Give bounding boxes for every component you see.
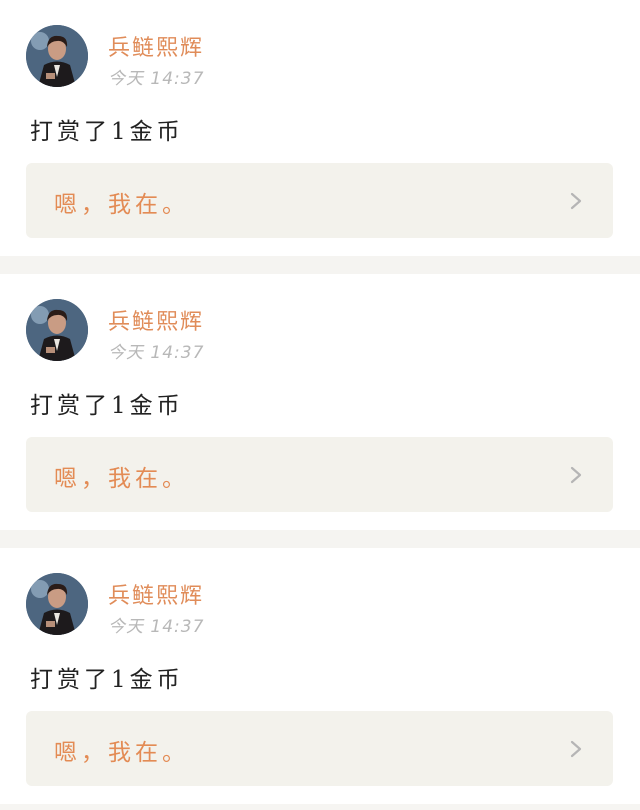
reward-action-text: 打赏了1金币 [30, 393, 184, 419]
username[interactable]: 兵鲢熙辉 [108, 578, 204, 610]
avatar-image [26, 573, 88, 635]
chevron-right-icon [570, 466, 582, 484]
avatar[interactable] [26, 573, 88, 635]
chevron-right-icon [570, 192, 582, 210]
chevron-right-icon [570, 740, 582, 758]
username[interactable]: 兵鲢熙辉 [108, 30, 204, 62]
reward-action-text: 打赏了1金币 [30, 667, 184, 693]
reward-card: 兵鲢熙辉 今天 14:37 打赏了1金币 嗯，我在。 [0, 274, 640, 530]
username[interactable]: 兵鲢熙辉 [108, 304, 204, 336]
timestamp: 今天 14:37 [108, 69, 205, 89]
reply-text: 嗯，我在。 [54, 740, 189, 766]
avatar[interactable] [26, 25, 88, 87]
avatar[interactable] [26, 299, 88, 361]
timestamp: 今天 14:37 [108, 343, 205, 363]
reply-text: 嗯，我在。 [54, 192, 189, 218]
reply-link[interactable]: 嗯，我在。 [26, 711, 613, 786]
reply-link[interactable]: 嗯，我在。 [26, 437, 613, 512]
reward-card: 兵鲢熙辉 今天 14:37 打赏了1金币 嗯，我在。 [0, 548, 640, 804]
timestamp: 今天 14:37 [108, 617, 205, 637]
avatar-image [26, 25, 88, 87]
avatar-image [26, 299, 88, 361]
reply-link[interactable]: 嗯，我在。 [26, 163, 613, 238]
reply-text: 嗯，我在。 [54, 466, 189, 492]
reward-card: 兵鲢熙辉 今天 14:37 打赏了1金币 嗯，我在。 [0, 0, 640, 256]
reward-action-text: 打赏了1金币 [30, 119, 184, 145]
divider [0, 530, 640, 548]
divider [0, 256, 640, 274]
reward-feed: 兵鲢熙辉 今天 14:37 打赏了1金币 嗯，我在。 兵鲢熙辉 今天 14:37… [0, 0, 640, 804]
